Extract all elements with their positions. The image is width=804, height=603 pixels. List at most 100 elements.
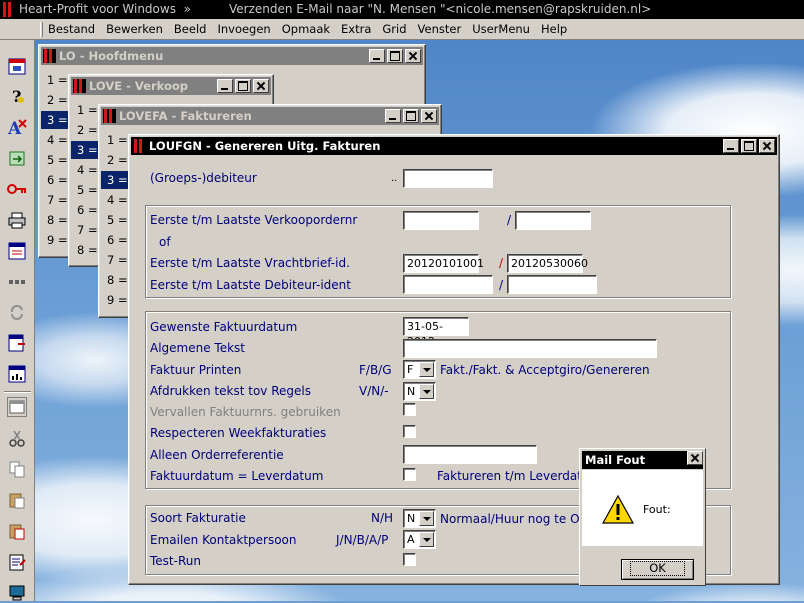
app-title: Heart-Profit voor Windows » <box>19 2 191 16</box>
afdrukken-select[interactable]: N <box>403 382 436 401</box>
close-icon[interactable] <box>759 139 775 153</box>
weekfakturaties-label: Respecteren Weekfakturaties <box>150 426 327 440</box>
emailen-code: J/N/B/A/P <box>336 533 389 547</box>
copy-icon[interactable] <box>7 459 27 479</box>
maximize-icon[interactable] <box>741 139 757 153</box>
close-icon[interactable] <box>687 451 703 465</box>
window-verkoop-titlebar[interactable]: LOVE - Verkoop <box>71 77 271 95</box>
ok-button-label: OK <box>630 561 685 576</box>
vrachtbrief-to-field[interactable]: 20120530060 <box>507 254 588 273</box>
printen-select-value: F <box>407 363 414 376</box>
computer-icon[interactable] <box>7 583 27 603</box>
weekfakturaties-checkbox[interactable] <box>403 425 416 438</box>
printen-select[interactable]: F <box>403 360 436 379</box>
verkooporder-label: Eerste t/m Laatste Verkoopordernr <box>150 213 358 227</box>
menubar-grip[interactable] <box>40 22 43 37</box>
paste-special-icon[interactable] <box>7 521 27 541</box>
debiteur-ident-to-field[interactable] <box>507 275 597 294</box>
maximize-icon[interactable] <box>403 109 419 123</box>
chevron-down-icon[interactable] <box>419 511 434 526</box>
vrachtbrief-from-field[interactable]: 20120101001 <box>403 254 484 273</box>
faktuurdatum-field[interactable]: 31-05-2012 <box>403 317 469 348</box>
window-faktureren-title: LOVEFA - Faktureren <box>119 109 252 123</box>
key-icon[interactable] <box>7 179 27 199</box>
menu-opmaak[interactable]: Opmaak <box>282 22 330 37</box>
lookup-dots[interactable]: .. <box>391 173 397 184</box>
maximize-icon[interactable] <box>387 49 403 63</box>
menu-extra[interactable]: Extra <box>341 22 371 37</box>
notes-icon[interactable] <box>7 552 27 572</box>
testrun-checkbox[interactable] <box>403 553 416 566</box>
algemene-tekst-label: Algemene Tekst <box>150 341 245 355</box>
menu-bewerken[interactable]: Bewerken <box>106 22 163 37</box>
soort-hint: Normaal/Huur nog te Onderzoeken <box>440 512 581 526</box>
dialog-title[interactable]: Mail Fout <box>582 451 703 469</box>
range-separator: / <box>507 213 512 227</box>
spell-check-icon[interactable]: A <box>7 117 27 137</box>
minimize-icon[interactable] <box>217 79 233 93</box>
help-icon[interactable]: ? <box>7 86 27 106</box>
verkooporder-from-field[interactable] <box>403 211 479 230</box>
afdrukken-code: V/N/- <box>359 384 389 398</box>
leverdatum-hint: Faktureren t/m Leverdatum <box>437 469 581 483</box>
faktuurdatum-label: Gewenste Faktuurdatum <box>150 320 298 334</box>
maximize-icon[interactable] <box>235 79 251 93</box>
app-logo-icon <box>2 2 16 17</box>
testrun-label: Test-Run <box>150 554 201 568</box>
printer-icon[interactable] <box>7 210 27 230</box>
menu-help[interactable]: Help <box>541 22 567 37</box>
minimize-icon[interactable] <box>723 139 739 153</box>
emailen-select[interactable]: A <box>403 530 436 549</box>
leverdatum-checkbox[interactable] <box>403 468 416 481</box>
debiteur-field[interactable] <box>403 169 493 188</box>
verkooporder-to-field[interactable] <box>515 211 591 230</box>
dots-icon[interactable] <box>7 272 27 292</box>
window-genereren-fakturen-title: LOUFGN - Genereren Uitg. Fakturen <box>149 139 381 153</box>
orderref-field[interactable] <box>403 445 537 464</box>
app-title-bar: Heart-Profit voor Windows » Verzenden E-… <box>0 0 804 19</box>
calendar-icon[interactable] <box>7 56 27 76</box>
chevron-down-icon[interactable] <box>419 362 434 377</box>
minimize-icon[interactable] <box>369 49 385 63</box>
scissors-icon[interactable] <box>7 428 27 448</box>
debiteur-ident-label: Eerste t/m Laatste Debiteur-ident <box>150 278 351 292</box>
algemene-tekst-field[interactable] <box>403 339 657 358</box>
dialog-body: Fout: <box>582 470 703 546</box>
close-icon[interactable] <box>405 49 421 63</box>
window-icon[interactable] <box>7 397 27 417</box>
range-separator: / <box>499 256 504 270</box>
chevron-down-icon[interactable] <box>419 532 434 547</box>
menu-venster[interactable]: Venster <box>418 22 462 37</box>
menu-invoegen[interactable]: Invoegen <box>217 22 270 37</box>
window-verkoop-title: LOVE - Verkoop <box>89 79 189 93</box>
window-genereren-fakturen-titlebar[interactable]: LOUFGN - Genereren Uitg. Fakturen <box>131 137 777 155</box>
refresh-icon[interactable] <box>7 302 27 322</box>
app-subtitle: Verzenden E-Mail naar "N. Mensen "<nicol… <box>229 2 652 16</box>
form-icon[interactable] <box>7 241 27 261</box>
window-hoofdmenu-titlebar[interactable]: LO - Hoofdmenu <box>41 47 423 65</box>
close-icon[interactable] <box>421 109 437 123</box>
range-separator: / <box>499 278 504 292</box>
ok-button[interactable]: OK <box>621 559 694 580</box>
printen-hint: Fakt./Fakt. & Acceptgiro/Genereren <box>440 363 650 377</box>
export-icon[interactable] <box>7 148 27 168</box>
window-logo-icon <box>133 139 146 153</box>
menu-bestand[interactable]: Bestand <box>48 22 95 37</box>
close-icon[interactable] <box>253 79 269 93</box>
edit-form-icon[interactable] <box>7 333 27 353</box>
menu-usermenu[interactable]: UserMenu <box>472 22 530 37</box>
menu-beeld[interactable]: Beeld <box>174 22 207 37</box>
vervallen-checkbox[interactable] <box>403 403 416 416</box>
chart-icon[interactable] <box>7 364 27 384</box>
dialog-message: Fout: <box>643 503 671 516</box>
left-toolbar: ? A <box>0 40 35 601</box>
window-faktureren-titlebar[interactable]: LOVEFA - Faktureren <box>101 107 439 125</box>
printen-label: Faktuur Printen <box>150 363 242 377</box>
chevron-down-icon[interactable] <box>419 384 434 399</box>
paste-icon[interactable] <box>7 490 27 510</box>
minimize-icon[interactable] <box>385 109 401 123</box>
menu-grid[interactable]: Grid <box>382 22 406 37</box>
toolbar-separator <box>4 391 31 393</box>
debiteur-ident-from-field[interactable] <box>403 275 493 294</box>
soort-select[interactable]: N <box>403 509 436 528</box>
